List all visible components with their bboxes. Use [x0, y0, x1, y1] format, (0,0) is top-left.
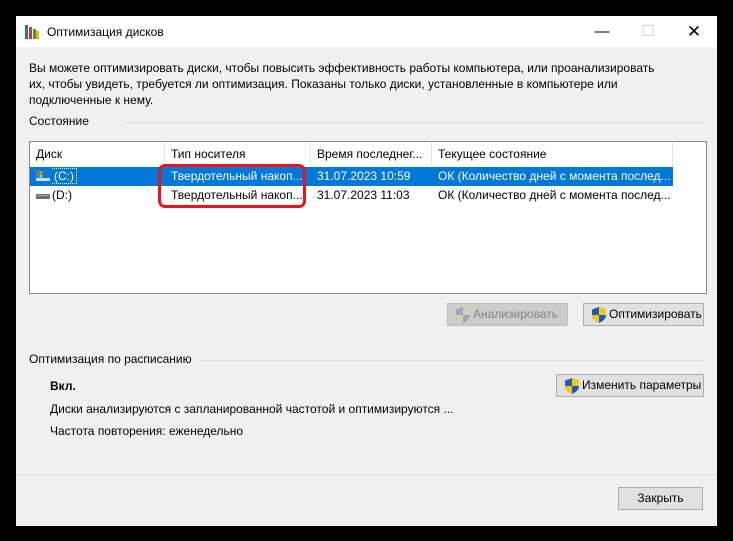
description-text: Вы можете оптимизировать диски, чтобы по…	[29, 61, 655, 107]
schedule-section-divider	[202, 360, 705, 361]
schedule-state: Вкл.	[50, 379, 76, 393]
disk-name: (D:)	[52, 188, 72, 202]
analyze-button[interactable]: Анализировать	[447, 303, 568, 326]
column-header-current-status[interactable]: Текущее состояние	[432, 142, 673, 166]
last-run-cell: 31.07.2023 10:59	[317, 169, 411, 183]
media-type-highlight	[158, 164, 306, 208]
close-button[interactable]: Закрыть	[618, 487, 703, 510]
current-status-cell: ОК (Количество дней с момента послед...	[438, 169, 670, 183]
schedule-section-label: Оптимизация по расписанию	[29, 352, 192, 366]
disk-name-cell: (D:)	[52, 186, 162, 205]
maximize-button[interactable]: ☐	[625, 16, 671, 47]
disk-list[interactable]: Диск Тип носителя Время последнег... Тек…	[29, 141, 707, 294]
column-header-last-run[interactable]: Время последнег...	[311, 142, 432, 166]
current-status-cell: ОК (Количество дней с момента послед...	[438, 188, 670, 202]
column-header-media-type[interactable]: Тип носителя	[165, 142, 311, 166]
defrag-app-icon	[25, 25, 39, 39]
optimize-label: Оптимизировать	[609, 307, 702, 321]
shield-icon	[592, 307, 606, 323]
title-bar[interactable]: Оптимизация дисков — ☐ ✕	[16, 16, 717, 47]
change-settings-button[interactable]: Изменить параметры	[556, 374, 704, 397]
system-drive-icon	[36, 171, 50, 181]
shield-icon	[456, 307, 470, 323]
column-header-disk[interactable]: Диск	[30, 142, 165, 166]
shield-icon	[565, 378, 579, 394]
status-section-divider	[124, 122, 705, 123]
optimize-button[interactable]: Оптимизировать	[583, 303, 704, 326]
drive-icon	[36, 194, 50, 199]
minimize-button[interactable]: —	[579, 16, 625, 47]
dialog-footer: Закрыть	[16, 474, 717, 526]
schedule-frequency: Частота повторения: еженедельно	[50, 424, 244, 438]
window-title: Оптимизация дисков	[47, 25, 164, 39]
analyze-label: Анализировать	[473, 307, 558, 321]
status-section-label: Состояние	[29, 114, 89, 128]
disk-row-c[interactable]: (C:) Твердотельный накоп... 31.07.2023 1…	[30, 167, 673, 186]
schedule-info: Диски анализируются с запланированной ча…	[50, 402, 454, 416]
last-run-cell: 31.07.2023 11:03	[317, 188, 410, 202]
disk-row-d[interactable]: (D:) Твердотельный накоп... 31.07.2023 1…	[30, 186, 673, 205]
close-window-button[interactable]: ✕	[671, 16, 717, 47]
disk-optimization-window: Оптимизация дисков — ☐ ✕ Вы можете оптим…	[16, 16, 717, 526]
change-settings-label: Изменить параметры	[582, 378, 702, 392]
disk-name-cell: (C:)	[52, 167, 162, 186]
disk-name: (C:)	[52, 168, 77, 184]
